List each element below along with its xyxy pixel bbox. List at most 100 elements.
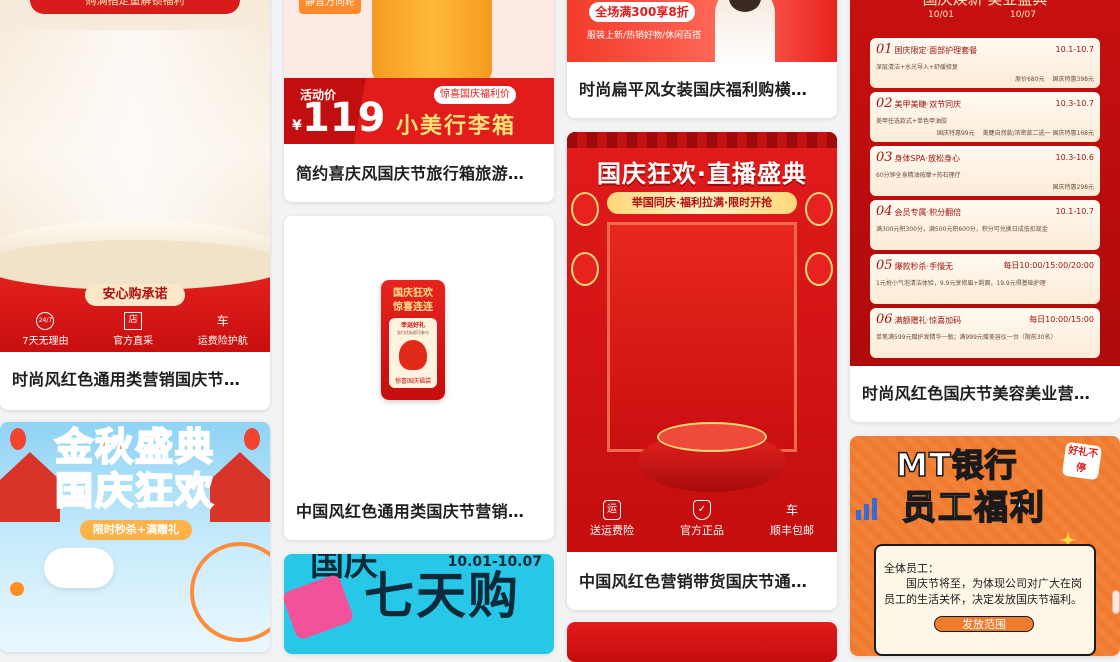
service-desc: 美甲任选款式+单色甲油胶	[876, 118, 948, 125]
service-number: 01	[876, 41, 893, 57]
service-header: 03 身体SPA·放松身心 10.3-10.6	[876, 150, 1094, 165]
service-price	[876, 344, 1094, 351]
feature-label: 运费险护航	[197, 336, 248, 347]
service-original-price: 国庆特惠99元	[936, 130, 975, 137]
currency-symbol: ¥	[292, 118, 302, 134]
template-thumbnail[interactable]: 全场满300享8折 服装上新/热销好物/休闲百搭	[567, 0, 837, 62]
service-time: 10.1-10.7	[1055, 44, 1094, 54]
template-title[interactable]: 中国风红色营销带货国庆节通…	[579, 568, 827, 592]
podium-ring	[0, 240, 270, 290]
service-time: 10.1-10.7	[1055, 206, 1094, 216]
backdrop-panel	[607, 222, 797, 452]
service-desc: 满300元积300分，满500元积600分，积分可兑换日成低扣现金	[876, 226, 1048, 233]
template-title[interactable]: 时尚扁平风女装国庆福利购横…	[579, 76, 827, 100]
template-card[interactable]	[567, 622, 837, 662]
template-thumbnail[interactable]: 静音万向轮 活动价 ¥ 119 惊喜国庆福利价 小美行李箱	[284, 0, 554, 144]
feature-label: 送运费险	[590, 524, 634, 537]
service-time: 10.3-10.7	[1055, 98, 1094, 108]
store-icon: 店	[124, 312, 143, 330]
promo-sub: 服装上新/热销好物/休闲百搭	[587, 31, 702, 41]
service-price: 国庆特惠298元	[876, 182, 1094, 191]
template-thumbnail[interactable]: 国庆狂欢·直播盛典 举国同庆·福利拉满·限时开抢 运 送运费险 ✓ 官方正品 车	[567, 132, 837, 552]
service-header: 02 美甲美睫·双节同庆 10.3-10.7	[876, 96, 1094, 111]
feature-item: 店 官方直采	[113, 312, 153, 347]
template-card[interactable]: 国庆 10.01-10.07 七天购	[284, 554, 554, 654]
service-price: 国庆特惠99元 美睫自然款/浓密款二选一 国庆特惠168元	[876, 128, 1094, 137]
feature-label: 官方正品	[680, 524, 724, 537]
feature-item: 车 顺丰包邮	[770, 500, 814, 538]
feature-label: 官方直采	[113, 336, 154, 347]
truck-icon: 车	[785, 503, 798, 517]
service-name: 03 身体SPA·放松身心	[876, 150, 960, 165]
template-thumbnail[interactable]: 国庆狂欢 惊喜连连 幸运好礼 实付达标即可参与 惊喜国庆福袋	[284, 216, 554, 482]
template-card[interactable]: 静音万向轮 活动价 ¥ 119 惊喜国庆福利价 小美行李箱 简约喜庆风国庆节旅行…	[284, 0, 554, 202]
template-thumbnail[interactable]: 国庆 10.01-10.07 七天购	[284, 554, 554, 654]
feature-item: ✓ 官方正品	[680, 500, 724, 538]
header-title: 国庆焕新·美业盛典	[850, 0, 1120, 9]
cloud-icon	[44, 548, 114, 588]
service-header: 04 会员专属·积分翻倍 10.1-10.7	[876, 204, 1094, 219]
service-name: 02 美甲美睫·双节同庆	[876, 96, 961, 111]
template-card[interactable]: 国庆焕新·美业盛典 10/01 10/07 01国庆限定·面部护理套餐 10.1-…	[850, 0, 1120, 422]
feature-item: 车 运费险护航	[198, 312, 248, 347]
template-card[interactable]: 金秋盛典 国庆狂欢 限时秒杀+满赠礼	[0, 422, 270, 652]
notice-panel: 全体员工： 国庆节将至，为体现公司对广大在岗员工的生活关怀，决定发放国庆节福利。…	[874, 544, 1096, 656]
template-card[interactable]: MT银行 员工福利 好礼不停 全体员工： 国庆节将至，为体现公司对广大在岗员工的…	[850, 436, 1120, 656]
sub-headline: 限时秒杀+满赠礼	[80, 520, 192, 540]
feature-item: 运 送运费险	[590, 500, 634, 538]
headline-top: 金秋盛典	[54, 424, 215, 470]
template-card[interactable]: 全场满300享8折 服装上新/热销好物/休闲百搭 时尚扁平风女装国庆福利购横…	[567, 0, 837, 118]
service-name: 04 会员专属·积分翻倍	[876, 204, 961, 219]
product-name: 小美行李箱	[396, 114, 517, 139]
headline-bottom: 国庆狂欢	[54, 468, 215, 514]
headline: 七天购	[364, 567, 520, 625]
price-value: 119	[302, 95, 386, 141]
lantern-icon	[805, 252, 833, 286]
service-desc: 深层清洁+水光导入+舒缓修复	[876, 64, 959, 71]
service-name: 05 爆款秒杀·手慢无	[876, 258, 953, 273]
service-deal-price: 国庆特惠398元	[1052, 76, 1094, 83]
template-thumbnail[interactable]	[567, 622, 837, 662]
poster-sub: 惊喜连连	[393, 302, 433, 313]
shield-check-icon: ✓	[693, 500, 711, 520]
template-title[interactable]: 时尚风红色通用类营销国庆节…	[12, 366, 260, 390]
service-name-text: 身体SPA·放松身心	[894, 153, 960, 163]
lucky-bag-icon	[399, 340, 427, 370]
scroll-indicator[interactable]	[1112, 590, 1120, 614]
service-number: 02	[876, 95, 893, 111]
service-name-text: 美甲美睫·双节同庆	[894, 99, 962, 109]
service-header: 01 国庆限定·面部护理套餐 10.1-10.7	[876, 42, 1094, 57]
service-name: 01 国庆限定·面部护理套餐	[876, 42, 977, 57]
service-deal-price: 美睫自然款/浓密款二选一 国庆特惠168元	[982, 130, 1094, 137]
template-thumbnail[interactable]: 金秋盛典 国庆狂欢 限时秒杀+满赠礼	[0, 422, 270, 652]
lucky-bag-poster: 国庆狂欢 惊喜连连 幸运好礼 实付达标即可参与 惊喜国庆福袋	[381, 280, 445, 400]
balloon-icon	[10, 582, 24, 596]
template-title[interactable]: 时尚风红色国庆节美容美业营…	[862, 380, 1110, 404]
podium-top	[657, 422, 767, 452]
service-original-price: 原价680元	[1015, 76, 1045, 83]
promo-pill: 全场满300享8折	[589, 2, 695, 22]
template-card[interactable]: 购满指定量解锁福利 安心购承诺 24/7 7天无理由 店 官方直采 车 运费险护…	[0, 0, 270, 410]
headline-bottom: 员工福利	[901, 487, 1046, 529]
template-thumbnail[interactable]: 购满指定量解锁福利 安心购承诺 24/7 7天无理由 店 官方直采 车 运费险护…	[0, 0, 270, 352]
feature-label: 7天无理由	[22, 336, 69, 347]
lantern-icon	[571, 252, 599, 286]
gift-title: 幸运好礼	[400, 322, 425, 329]
light-panel	[0, 30, 270, 250]
template-thumbnail[interactable]: 国庆焕新·美业盛典 10/01 10/07 01国庆限定·面部护理套餐 10.1-…	[850, 0, 1120, 366]
product-tag: 静音万向轮	[299, 0, 361, 14]
chart-icon	[856, 496, 886, 520]
service-item: 06 满额赠礼·惊喜加码 每日10:00/15:00 单笔满599元赠护发精华一瓶；满…	[870, 308, 1100, 358]
service-time: 每日10:00/15:00	[1029, 314, 1094, 324]
service-time: 10.3-10.6	[1055, 152, 1094, 162]
service-deal-price: 国庆特惠298元	[1052, 184, 1094, 191]
feature-label: 顺丰包邮	[770, 524, 814, 537]
sub-banner: 举国同庆·福利拉满·限时开抢	[607, 192, 797, 214]
service-name-text: 国庆限定·面部护理套餐	[894, 45, 978, 55]
template-title[interactable]: 简约喜庆风国庆节旅行箱旅游…	[296, 160, 544, 184]
template-card[interactable]: 国庆狂欢·直播盛典 举国同庆·福利拉满·限时开抢 运 送运费险 ✓ 官方正品 车	[567, 132, 837, 610]
template-title[interactable]: 中国风红色通用类国庆节营销…	[296, 498, 544, 522]
lantern-icon	[805, 192, 833, 226]
template-thumbnail[interactable]: MT银行 员工福利 好礼不停 全体员工： 国庆节将至，为体现公司对广大在岗员工的…	[850, 436, 1120, 656]
template-card[interactable]: 国庆狂欢 惊喜连连 幸运好礼 实付达标即可参与 惊喜国庆福袋 中国风红色通用类国…	[284, 216, 554, 540]
